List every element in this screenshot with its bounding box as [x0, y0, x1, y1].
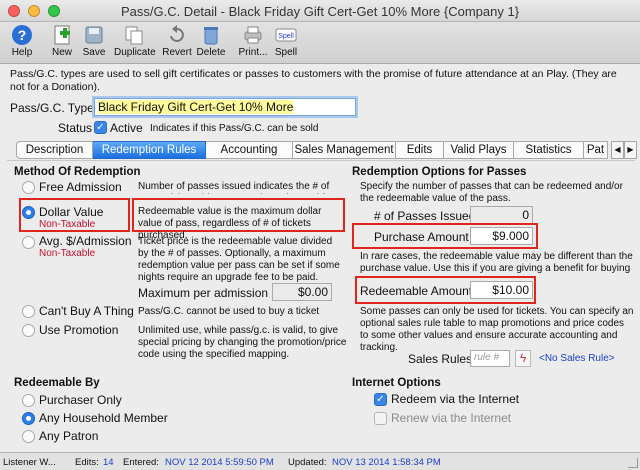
tab-description[interactable]: Description [16, 141, 93, 159]
household-member-radio[interactable] [22, 412, 35, 425]
tab-edits[interactable]: Edits [396, 141, 444, 159]
renew-internet-checkbox[interactable] [374, 412, 387, 425]
active-checkbox[interactable]: ✓ [94, 121, 107, 134]
dollar-value-radio[interactable] [22, 206, 35, 219]
tab-patrons-partial[interactable]: Pat [584, 141, 608, 159]
max-per-admission-label: Maximum per admission [138, 286, 269, 300]
svg-text:Spell: Spell [278, 33, 294, 40]
help-button[interactable]: ? Help [2, 24, 42, 58]
max-per-admission-field[interactable]: $0.00 [272, 283, 332, 301]
redeemable-amount-field[interactable]: $10.00 [470, 281, 533, 299]
svg-text:?: ? [18, 27, 27, 43]
spell-check-icon: Spell [275, 28, 297, 42]
free-admission-description: Number of passes issued indicates the # … [138, 181, 336, 194]
tab-redemption-rules[interactable]: Redemption Rules [93, 141, 206, 159]
redeemable-by-heading: Redeemable By [14, 377, 100, 389]
redemption-intro: Specify the number of passes that can be… [360, 181, 623, 204]
save-button[interactable]: Save [74, 24, 114, 58]
any-patron-radio[interactable] [22, 430, 35, 443]
use-promotion-description: Unlimited use, while pass/g.c. is valid,… [138, 325, 347, 360]
revert-icon [170, 25, 184, 42]
redeemable-note: In rare cases, the redeemable value may … [360, 251, 633, 274]
passes-issued-field[interactable]: 0 [470, 206, 533, 224]
new-document-icon [54, 25, 70, 45]
tab-scroll-left-button[interactable]: ◀ [611, 141, 624, 159]
trash-icon [204, 27, 218, 45]
tab-sales-management[interactable]: Sales Management [293, 141, 396, 159]
save-disk-icon [85, 26, 103, 44]
title-bar: Pass/G.C. Detail - Black Friday Gift Cer… [0, 0, 640, 22]
use-promotion-radio[interactable] [22, 324, 35, 337]
duplicate-icon [125, 26, 143, 45]
free-admission-label: Free Admission [39, 180, 122, 194]
edits-label: Edits: [75, 457, 99, 468]
updated-timestamp: NOV 13 2014 1:58:34 PM [332, 457, 441, 468]
method-heading: Method Of Redemption [14, 166, 141, 178]
entered-timestamp: NOV 12 2014 5:59:50 PM [165, 457, 274, 468]
cant-buy-label: Can't Buy A Thing [39, 304, 134, 318]
edits-count: 14 [103, 457, 114, 468]
redeem-internet-label: Redeem via the Internet [391, 392, 520, 406]
dollar-value-label: Dollar Value [39, 205, 104, 219]
status-bar: Listener W... Edits: 14 Entered: NOV 12 … [0, 452, 640, 470]
household-member-label: Any Household Member [39, 411, 168, 425]
tab-accounting[interactable]: Accounting [206, 141, 293, 159]
tab-statistics[interactable]: Statistics [514, 141, 584, 159]
free-admission-radio[interactable] [22, 181, 35, 194]
status-user: Listener W... [3, 457, 56, 468]
internet-options-heading: Internet Options [352, 377, 441, 389]
duplicate-button[interactable]: Duplicate [114, 24, 156, 58]
active-label: Active [110, 121, 143, 135]
sales-rules-label: Sales Rules [408, 352, 473, 366]
active-hint: Indicates if this Pass/G.C. can be sold [150, 123, 319, 134]
lightning-icon: ϟ [519, 351, 527, 365]
purchaser-only-radio[interactable] [22, 394, 35, 407]
tab-scroll-right-button[interactable]: ▶ [624, 141, 637, 159]
updated-label: Updated: [288, 457, 327, 468]
cant-buy-radio[interactable] [22, 305, 35, 318]
toolbar: ? Help New Save Duplicate Revert Delete … [0, 22, 640, 64]
printer-icon [244, 26, 262, 44]
use-promotion-label: Use Promotion [39, 323, 119, 337]
redeem-internet-checkbox[interactable]: ✓ [374, 393, 387, 406]
sales-rule-input[interactable]: rule # [470, 350, 510, 367]
dollar-non-taxable: Non-Taxable [39, 219, 96, 230]
redeemable-amount-label: Redeemable Amount [360, 284, 473, 298]
entered-label: Entered: [123, 457, 159, 468]
cant-buy-description: Pass/G.C. cannot be used to buy a ticket [138, 306, 320, 317]
pass-type-input[interactable]: Black Friday Gift Cert-Get 10% More [94, 98, 356, 116]
status-label: Status [58, 121, 93, 135]
purchase-amount-label: Purchase Amount [374, 230, 469, 244]
avg-admission-description: Ticket price is the redeemable value div… [138, 236, 340, 283]
no-sales-rule-link[interactable]: <No Sales Rule> [539, 353, 615, 364]
help-icon: ? [12, 25, 32, 45]
renew-internet-label: Renew via the Internet [391, 411, 512, 425]
avg-admission-label: Avg. $/Admission [39, 234, 132, 248]
pass-type-label: Pass/G.C. Type [10, 101, 94, 115]
sales-rules-note: Some passes can only be used for tickets… [360, 306, 634, 353]
window-description: Pass/G.C. types are used to sell gift ce… [10, 68, 617, 93]
avg-non-taxable: Non-Taxable [39, 248, 96, 259]
purchase-amount-field[interactable]: $9.000 [470, 227, 533, 245]
purchaser-only-label: Purchaser Only [39, 393, 122, 407]
spell-button[interactable]: Spell Spell [266, 24, 306, 58]
passes-issued-label: # of Passes Issued [374, 209, 476, 223]
window-title: Pass/G.C. Detail - Black Friday Gift Cer… [120, 4, 520, 19]
delete-button[interactable]: Delete [191, 24, 231, 58]
avg-admission-radio[interactable] [22, 236, 35, 249]
redemption-options-heading: Redemption Options for Passes [352, 166, 527, 178]
tab-valid-plays[interactable]: Valid Plays [444, 141, 514, 159]
resize-grip[interactable] [628, 458, 638, 468]
sales-rule-lookup-button[interactable]: ϟ [515, 350, 531, 367]
any-patron-label: Any Patron [39, 429, 99, 443]
